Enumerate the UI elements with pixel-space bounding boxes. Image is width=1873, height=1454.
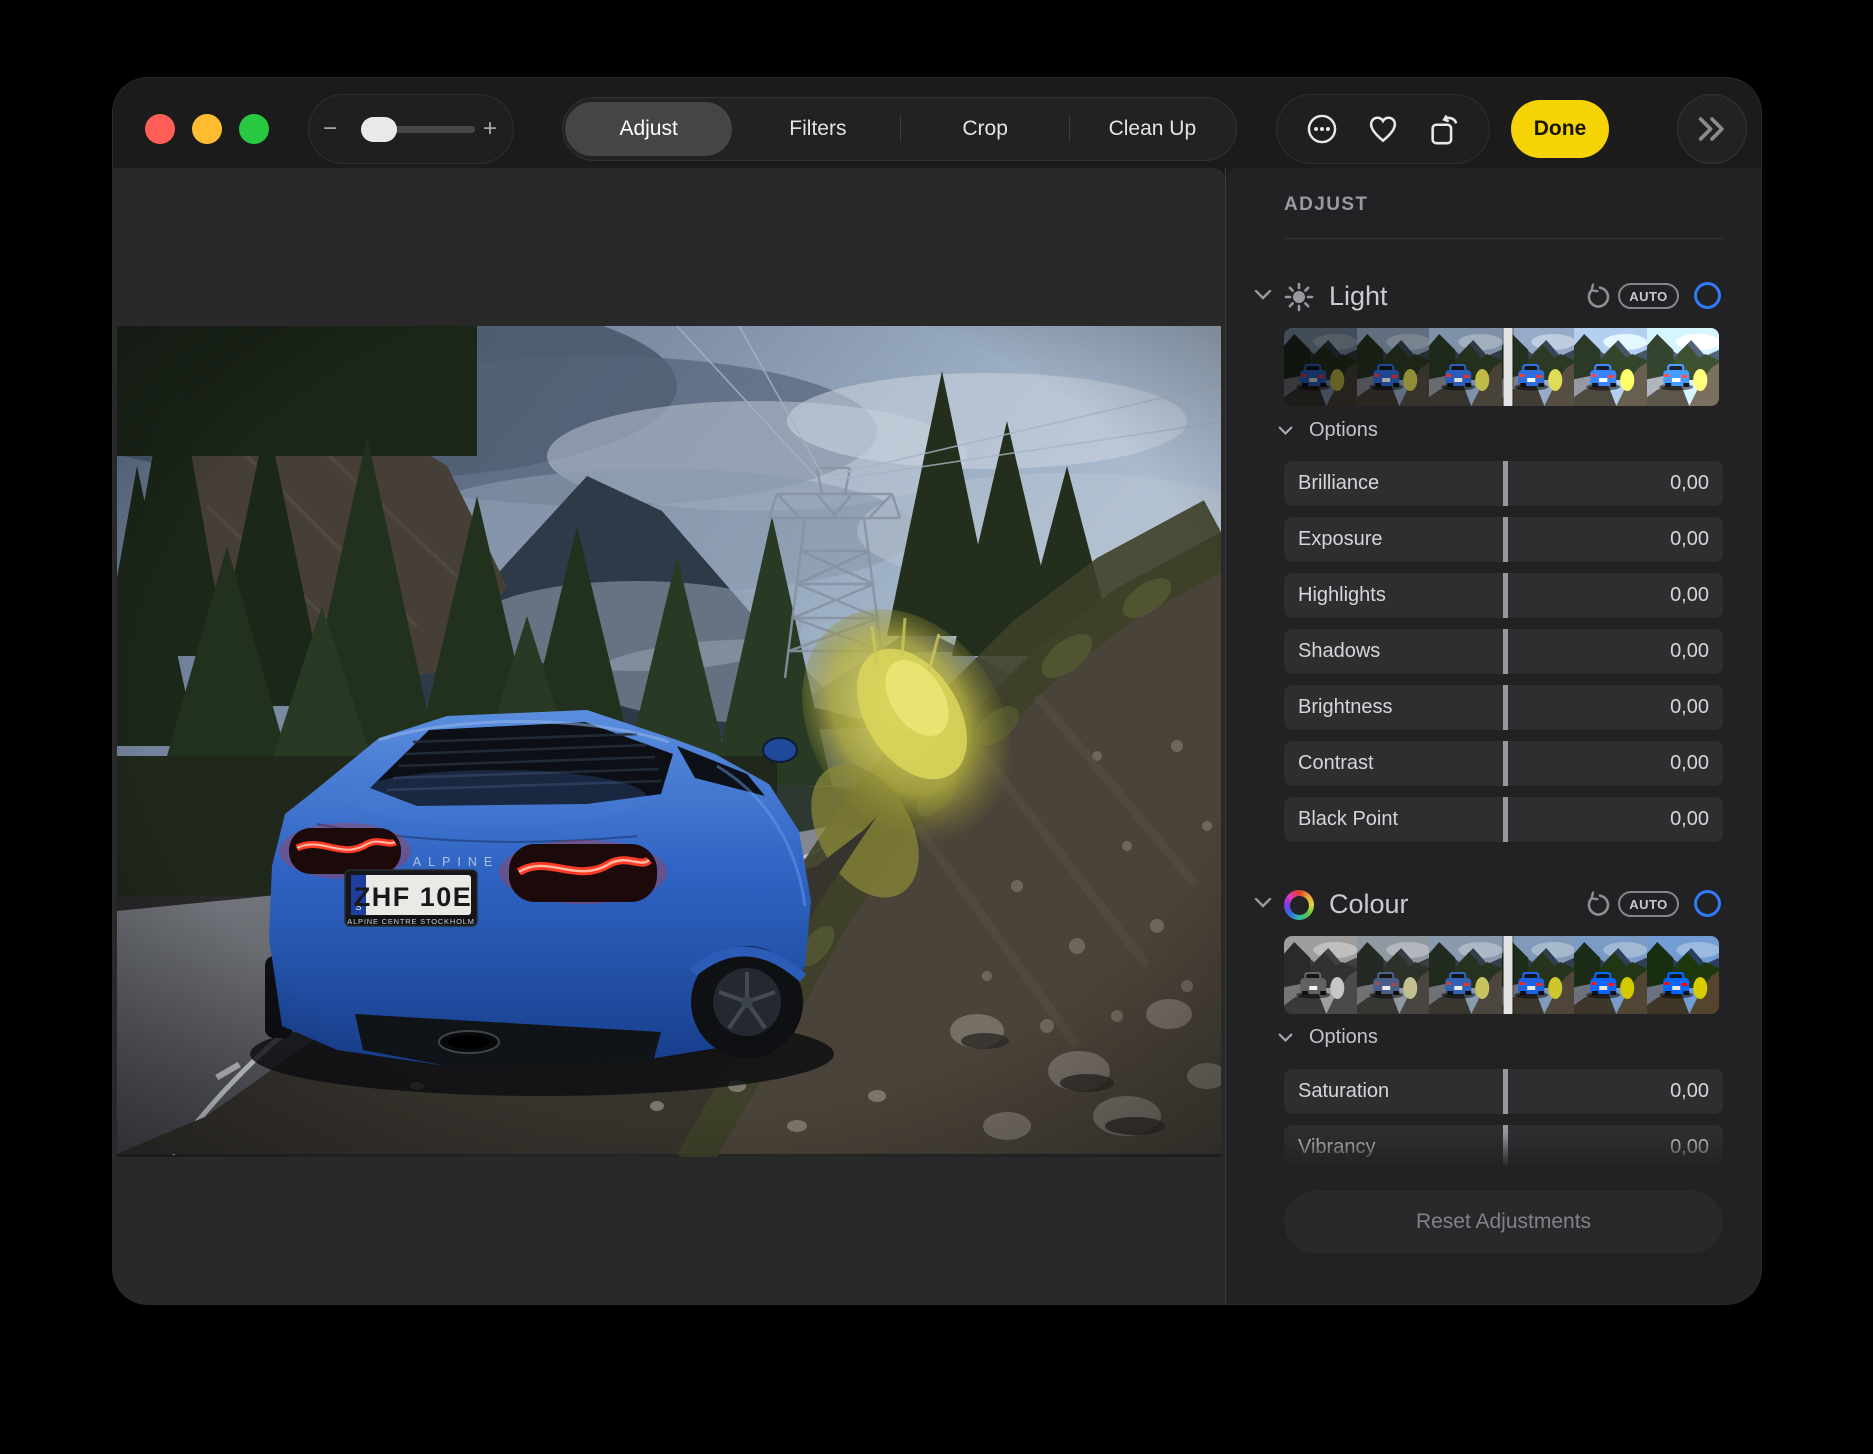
reset-adjustments-button[interactable]: Reset Adjustments: [1284, 1191, 1723, 1253]
slider-handle[interactable]: [1503, 517, 1508, 562]
sun-icon: [1284, 282, 1314, 317]
rotate-icon[interactable]: [1426, 111, 1462, 147]
done-button[interactable]: Done: [1511, 100, 1609, 158]
slider-handle[interactable]: [1503, 573, 1508, 618]
slider-label: Shadows: [1298, 629, 1380, 674]
slider-handle[interactable]: [1503, 1069, 1508, 1114]
auto-button-colour[interactable]: AUTO: [1618, 891, 1679, 917]
slider-contrast[interactable]: Contrast 0,00: [1284, 741, 1723, 786]
slider-value: 0,00: [1670, 1069, 1709, 1114]
auto-button-light[interactable]: AUTO: [1618, 283, 1679, 309]
colour-intensity-strip[interactable]: [1284, 936, 1719, 1014]
zoom-out-button[interactable]: −: [323, 95, 337, 163]
zoom-slider-thumb[interactable]: [361, 117, 397, 142]
slider-handle[interactable]: [1503, 629, 1508, 674]
slider-value: 0,00: [1670, 741, 1709, 786]
toolbar-actions-group: [1276, 94, 1490, 164]
tab-filters[interactable]: Filters: [734, 98, 901, 160]
undo-icon[interactable]: [1584, 891, 1612, 919]
slider-brightness[interactable]: Brightness 0,00: [1284, 685, 1723, 730]
slider-handle[interactable]: [1503, 741, 1508, 786]
colour-wheel-icon: [1284, 890, 1314, 920]
edited-photo: ALPINE S ZHF 10E ALPINE CENTRE STOCKHOLM: [117, 326, 1221, 1157]
chevron-down-icon[interactable]: [1254, 288, 1272, 307]
segment-divider: [1069, 116, 1070, 142]
minimize-button[interactable]: [192, 114, 222, 144]
slider-exposure[interactable]: Exposure 0,00: [1284, 517, 1723, 562]
photos-edit-window: − + Adjust Filters Crop Clean Up: [112, 77, 1762, 1305]
toolbar: − + Adjust Filters Crop Clean Up: [113, 78, 1761, 168]
slider-label: Saturation: [1298, 1069, 1389, 1114]
slider-label: Black Point: [1298, 797, 1398, 842]
segment-divider: [900, 116, 901, 142]
section-title-light: Light: [1329, 281, 1388, 312]
slider-label: Brilliance: [1298, 461, 1379, 506]
slider-highlights[interactable]: Highlights 0,00: [1284, 573, 1723, 618]
light-intensity-strip[interactable]: [1284, 328, 1719, 406]
slider-value: 0,00: [1670, 461, 1709, 506]
slider-value: 0,00: [1670, 685, 1709, 730]
tab-clean-up[interactable]: Clean Up: [1069, 98, 1236, 160]
divider: [1284, 238, 1723, 239]
zoom-slider-track[interactable]: [363, 126, 475, 133]
photo-canvas: ALPINE S ZHF 10E ALPINE CENTRE STOCKHOLM: [113, 168, 1225, 1304]
section-header-colour: Colour AUTO: [1226, 888, 1761, 922]
slider-value: 0,00: [1670, 573, 1709, 618]
section-header-light: Light AUTO: [1226, 280, 1761, 314]
tab-crop[interactable]: Crop: [902, 98, 1069, 160]
double-chevron-right-icon[interactable]: [1677, 94, 1747, 164]
slider-value: 0,00: [1670, 797, 1709, 842]
slider-value: 0,00: [1670, 517, 1709, 562]
strip-scrubber-handle[interactable]: [1503, 328, 1512, 406]
zoom-window-button[interactable]: [239, 114, 269, 144]
slider-black-point[interactable]: Black Point 0,00: [1284, 797, 1723, 842]
options-label: Options: [1309, 1026, 1378, 1049]
chevron-down-icon[interactable]: [1254, 896, 1272, 915]
more-ellipsis-circle-icon[interactable]: [1304, 111, 1340, 147]
close-button[interactable]: [145, 114, 175, 144]
slider-handle[interactable]: [1503, 685, 1508, 730]
slider-label: Exposure: [1298, 517, 1383, 562]
options-row-light[interactable]: Options: [1226, 419, 1761, 445]
options-label: Options: [1309, 419, 1378, 442]
adjust-sidebar: ADJUST Light AUTO: [1226, 168, 1761, 1304]
slider-value: 0,00: [1670, 629, 1709, 674]
sidebar-title: ADJUST: [1284, 194, 1368, 216]
section-title-colour: Colour: [1329, 889, 1409, 920]
zoom-slider-control: − +: [308, 94, 514, 164]
enabled-toggle-colour[interactable]: [1694, 890, 1721, 917]
slider-label: Contrast: [1298, 741, 1374, 786]
options-row-colour[interactable]: Options: [1226, 1026, 1761, 1052]
chevron-down-icon[interactable]: [1278, 1031, 1293, 1049]
zoom-in-button[interactable]: +: [483, 95, 497, 163]
slider-label: Highlights: [1298, 573, 1386, 618]
strip-scrubber-handle[interactable]: [1503, 936, 1512, 1014]
slider-handle[interactable]: [1503, 461, 1508, 506]
tab-adjust[interactable]: Adjust: [565, 102, 732, 156]
edit-mode-segmented-control: Adjust Filters Crop Clean Up: [562, 97, 1237, 161]
undo-icon[interactable]: [1584, 283, 1612, 311]
slider-handle[interactable]: [1503, 797, 1508, 842]
favorite-heart-icon[interactable]: [1365, 111, 1401, 147]
slider-label: Brightness: [1298, 685, 1393, 730]
chevron-down-icon[interactable]: [1278, 424, 1293, 442]
slider-brilliance[interactable]: Brilliance 0,00: [1284, 461, 1723, 506]
slider-saturation[interactable]: Saturation 0,00: [1284, 1069, 1723, 1114]
slider-shadows[interactable]: Shadows 0,00: [1284, 629, 1723, 674]
scroll-fade: [1280, 1132, 1727, 1182]
enabled-toggle-light[interactable]: [1694, 282, 1721, 309]
